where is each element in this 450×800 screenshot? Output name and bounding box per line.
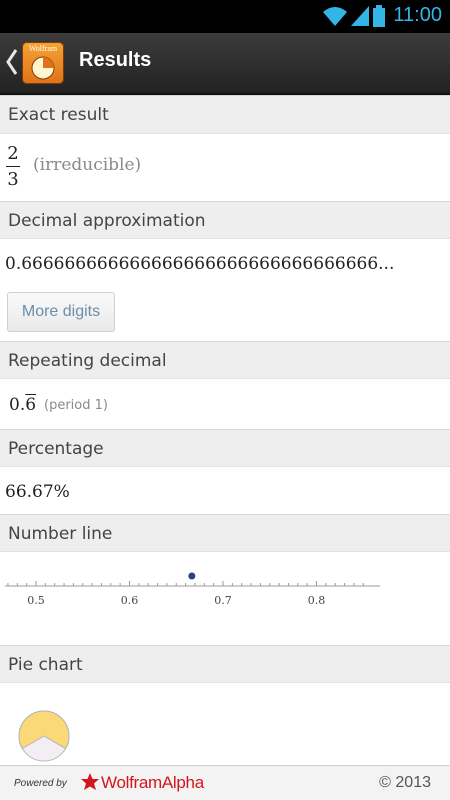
repeating-decimal-value: 0.6 bbox=[9, 395, 36, 415]
pod-header-exact-result: Exact result bbox=[0, 95, 450, 134]
tick-label: 0.5 bbox=[27, 594, 45, 607]
denominator: 3 bbox=[7, 169, 19, 190]
more-digits-button[interactable]: More digits bbox=[7, 292, 115, 332]
number-line-point bbox=[188, 572, 196, 580]
pod-header-pie-chart: Pie chart bbox=[0, 645, 450, 683]
repeating-digit: 6 bbox=[25, 395, 37, 415]
decimal-value: 0.666666666666666666666666666666666... bbox=[5, 254, 395, 274]
app-icon-label: Wolfram bbox=[28, 44, 58, 53]
pod-title: Exact result bbox=[8, 105, 109, 125]
copyright: © 2013 bbox=[379, 774, 431, 791]
wifi-icon bbox=[323, 7, 347, 26]
pod-header-repeating-decimal: Repeating decimal bbox=[0, 341, 450, 379]
footer: Powered by WolframAlpha © 2013 bbox=[0, 765, 450, 800]
number-line-plot: 0.5 0.6 0.7 0.8 bbox=[5, 572, 380, 607]
pie-logo-icon bbox=[31, 56, 55, 80]
pod-title: Pie chart bbox=[8, 655, 83, 675]
pod-title: Decimal approximation bbox=[8, 211, 206, 231]
page-title: Results bbox=[79, 49, 152, 71]
app-icon[interactable]: Wolfram bbox=[22, 42, 64, 84]
irreducible-note: (irreducible) bbox=[33, 155, 142, 175]
pod-header-number-line: Number line bbox=[0, 514, 450, 552]
wolfram-alpha-brand[interactable]: WolframAlpha bbox=[101, 773, 204, 793]
clock: 11:00 bbox=[393, 4, 442, 26]
pod-header-percentage: Percentage bbox=[0, 429, 450, 467]
pod-title: Repeating decimal bbox=[8, 351, 167, 371]
status-bar: 11:00 bbox=[0, 0, 450, 33]
repeating-integer: 0. bbox=[9, 395, 26, 415]
period-note: (period 1) bbox=[44, 398, 108, 413]
pod-title: Number line bbox=[8, 524, 113, 544]
percentage-value: 66.67% bbox=[5, 482, 70, 502]
fraction-bar bbox=[6, 166, 20, 167]
tick-label: 0.8 bbox=[308, 594, 326, 607]
action-bar: Wolfram Results bbox=[0, 33, 450, 95]
pod-header-decimal-approximation: Decimal approximation bbox=[0, 201, 450, 239]
tick-label: 0.7 bbox=[214, 594, 232, 607]
pie-chart bbox=[18, 710, 70, 762]
signal-icon bbox=[351, 6, 369, 26]
wolfram-spikey-icon bbox=[81, 773, 99, 790]
fraction: 2 3 bbox=[6, 143, 20, 190]
numerator: 2 bbox=[7, 143, 19, 164]
pod-title: Percentage bbox=[8, 439, 104, 459]
powered-by-label: Powered by bbox=[14, 778, 67, 789]
tick-label: 0.6 bbox=[121, 594, 139, 607]
battery-icon bbox=[373, 5, 385, 27]
back-chevron-icon[interactable] bbox=[5, 47, 19, 77]
